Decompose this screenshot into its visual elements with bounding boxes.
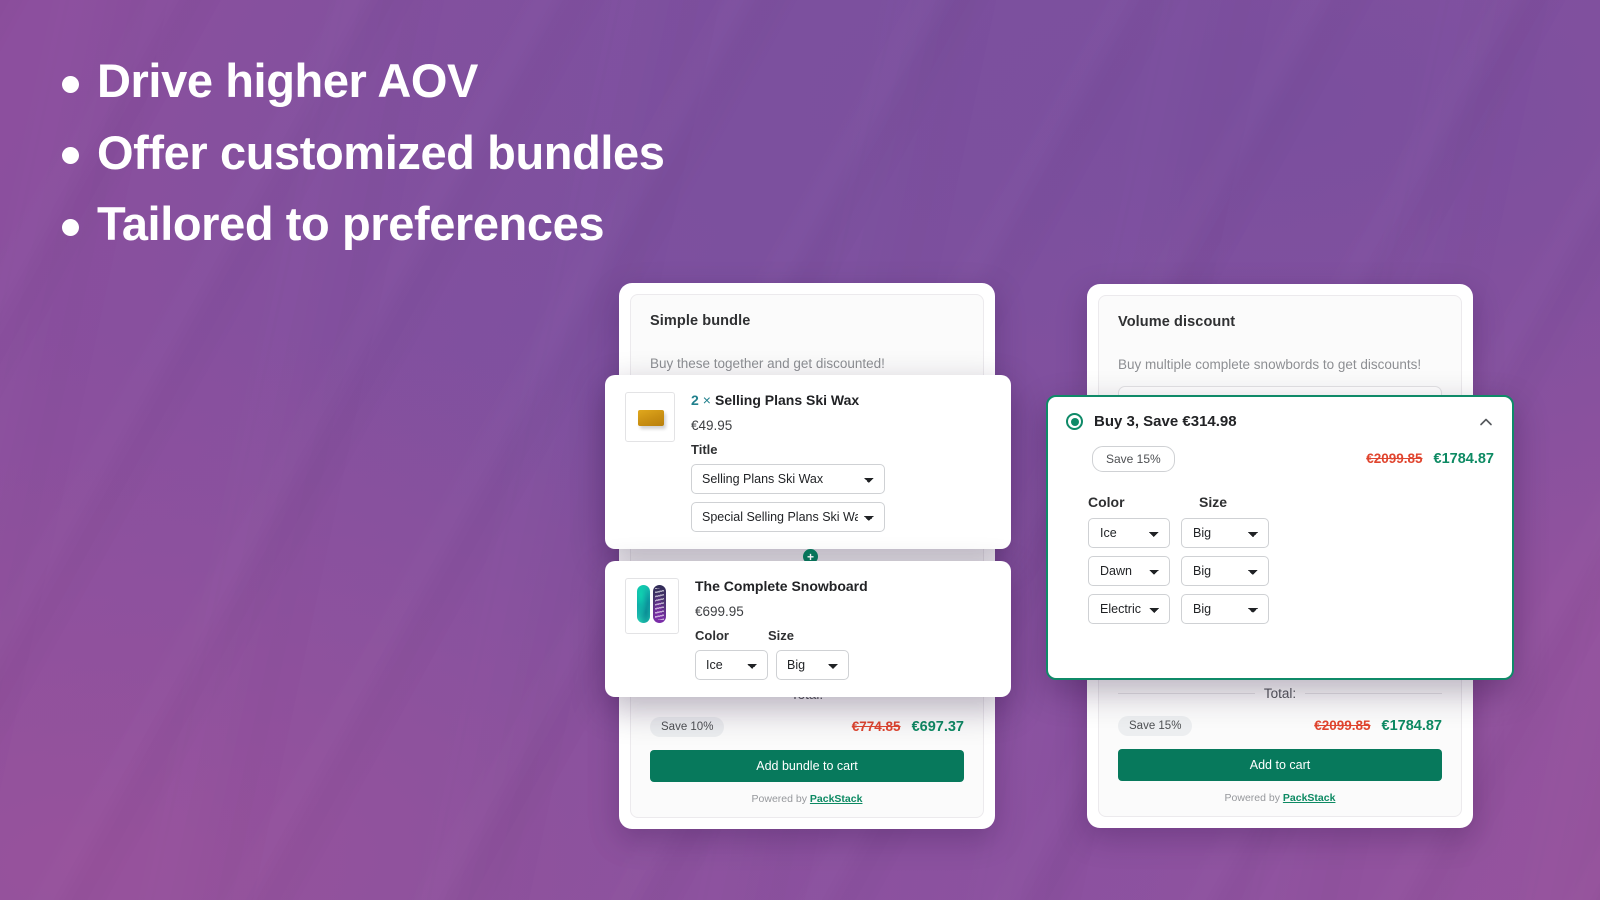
ski-wax-price: €49.95 (691, 418, 733, 433)
ski-wax-details: 2 × Selling Plans Ski Wax €49.95 Title Sel… (691, 392, 991, 532)
add-to-cart-button[interactable]: Add to cart (1118, 749, 1442, 781)
snowboard-image-purple (653, 585, 666, 623)
simple-bundle-price-discounted: €697.37 (911, 719, 964, 735)
tier-header: Buy 3, Save €314.98 (1066, 413, 1494, 430)
tier-size-select-1[interactable]: Big (1181, 518, 1269, 548)
simple-bundle-totals-row: Save 10% €774.85 €697.37 (650, 717, 964, 737)
volume-discount-save-badge: Save 15% (1118, 716, 1193, 736)
headline-bullet: Offer customized bundles (62, 126, 962, 181)
tier-size-select-3[interactable]: Big (1181, 594, 1269, 624)
headline-bullet-text: Drive higher AOV (97, 54, 479, 107)
ski-wax-title-select[interactable]: Selling Plans Ski Wax (691, 464, 885, 494)
ski-wax-row: 2 × Selling Plans Ski Wax €49.95 Title Sel… (625, 392, 991, 532)
volume-discount-powered-by: Powered by PackStack (1118, 792, 1442, 804)
ski-wax-variant-select[interactable]: Special Selling Plans Ski Wax (691, 502, 885, 532)
powered-by-label: Powered by (1224, 792, 1280, 804)
headline-bullet: Tailored to preferences (62, 197, 962, 252)
volume-discount-price-discounted: €1784.87 (1381, 718, 1442, 734)
bullet-dot-icon (62, 75, 79, 93)
simple-bundle-save-badge: Save 10% (650, 717, 725, 737)
tier-color-header: Color (1088, 494, 1125, 510)
tier-size-select-2[interactable]: Big (1181, 556, 1269, 586)
promo-banner: Drive higher AOV Offer customized bundle… (0, 0, 1600, 900)
snowboard-color-label: Color (695, 628, 729, 643)
tier-save-badge: Save 15% (1092, 446, 1175, 472)
headline-bullet-text: Offer customized bundles (97, 125, 665, 179)
tier-option-headers: Color Size (1066, 494, 1494, 510)
snowboard-thumbnail (625, 578, 679, 634)
chevron-up-icon[interactable] (1478, 414, 1494, 430)
ski-wax-title-row: 2 × Selling Plans Ski Wax (691, 392, 991, 408)
snowboard-color-select[interactable]: Ice (695, 650, 768, 680)
volume-discount-totals-row: Save 15% €2099.85 €1784.87 (1118, 716, 1442, 736)
ski-wax-quantity: 2 (691, 392, 699, 408)
snowboard-row: The Complete Snowboard €699.95 Color Siz… (625, 578, 991, 680)
snowboard-option-labels: Color Size (695, 628, 991, 643)
ski-wax-quantity-separator: × (702, 392, 711, 408)
ski-wax-option-label-title: Title (691, 442, 718, 457)
selected-tier-panel: Buy 3, Save €314.98 Save 15% €2099.85 €1… (1046, 395, 1514, 680)
tier-title: Buy 3, Save €314.98 (1094, 413, 1237, 430)
snowboard-size-select[interactable]: Big (776, 650, 849, 680)
snowboard-size-label: Size (767, 628, 794, 643)
packstack-link[interactable]: PackStack (1283, 792, 1336, 804)
tier-variant-row: Ice Big (1088, 518, 1494, 548)
tier-radio-button[interactable] (1066, 413, 1083, 430)
volume-discount-total-divider: Total: (1118, 686, 1442, 701)
ski-wax-product-panel: 2 × Selling Plans Ski Wax €49.95 Title Sel… (605, 375, 1011, 549)
snowboard-product-name: The Complete Snowboard (695, 578, 868, 594)
volume-discount-prices: €2099.85 €1784.87 (1314, 718, 1442, 734)
snowboard-option-selects: Ice Big (695, 650, 991, 680)
snowboard-price: €699.95 (695, 604, 744, 619)
ski-wax-product-name: Selling Plans Ski Wax (714, 392, 860, 408)
volume-discount-title: Volume discount (1118, 314, 1236, 330)
simple-bundle-prices: €774.85 €697.37 (852, 719, 964, 735)
simple-bundle-powered-by: Powered by PackStack (650, 793, 964, 805)
tier-variant-row: Electric Big (1088, 594, 1494, 624)
bullet-dot-icon (62, 147, 79, 165)
snowboard-product-panel: The Complete Snowboard €699.95 Color Siz… (605, 561, 1011, 697)
headline-bullet-list: Drive higher AOV Offer customized bundle… (62, 54, 962, 269)
volume-discount-subtitle: Buy multiple complete snowbords to get d… (1118, 357, 1422, 372)
volume-discount-total-label: Total: (1263, 686, 1297, 701)
ski-wax-image (638, 410, 664, 426)
tier-color-select-1[interactable]: Ice (1088, 518, 1170, 548)
powered-by-label: Powered by (751, 793, 807, 805)
headline-bullet: Drive higher AOV (62, 54, 962, 109)
tier-color-select-2[interactable]: Dawn (1088, 556, 1170, 586)
bullet-dot-icon (62, 218, 79, 236)
ski-wax-thumbnail (625, 392, 675, 442)
headline-bullet-text: Tailored to preferences (97, 197, 605, 251)
tier-variant-rows: Ice Big Dawn Big Electric Big (1066, 518, 1494, 624)
simple-bundle-price-original: €774.85 (851, 719, 901, 734)
snowboard-image-teal (637, 585, 650, 623)
tier-variant-row: Dawn Big (1088, 556, 1494, 586)
add-bundle-to-cart-button[interactable]: Add bundle to cart (650, 750, 964, 782)
tier-price-original: €2099.85 (1366, 451, 1423, 466)
snowboard-details: The Complete Snowboard €699.95 Color Siz… (695, 578, 991, 680)
packstack-link[interactable]: PackStack (810, 793, 863, 805)
tier-color-select-3[interactable]: Electric (1088, 594, 1170, 624)
tier-price-discounted: €1784.87 (1433, 451, 1494, 467)
simple-bundle-title: Simple bundle (650, 313, 751, 329)
volume-discount-price-original: €2099.85 (1314, 718, 1371, 733)
simple-bundle-subtitle: Buy these together and get discounted! (650, 356, 885, 371)
tier-size-header: Size (1199, 494, 1228, 510)
tier-price-row: Save 15% €2099.85 €1784.87 (1066, 446, 1494, 472)
tier-prices: €2099.85 €1784.87 (1366, 451, 1494, 467)
